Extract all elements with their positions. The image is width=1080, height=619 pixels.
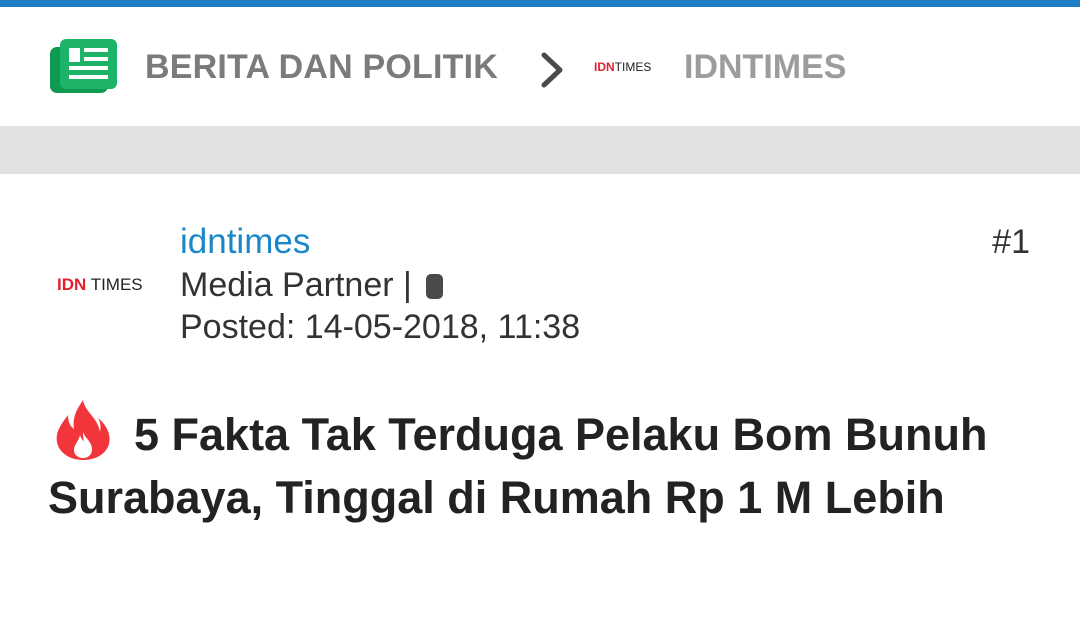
forum-header: BERITA DAN POLITIK IDNTIMES IDNTIMES	[0, 7, 1080, 126]
source-logo-idn: IDN	[594, 60, 615, 74]
avatar-logo-times: TIMES	[90, 275, 143, 294]
post-number[interactable]: #1	[992, 222, 1030, 262]
chevron-right-icon	[541, 52, 563, 88]
post-timestamp: Posted: 14-05-2018, 11:38	[180, 308, 581, 346]
avatar[interactable]: IDN TIMES	[57, 272, 143, 298]
category-title[interactable]: BERITA DAN POLITIK	[145, 45, 498, 89]
source-logo[interactable]: IDNTIMES	[594, 57, 651, 77]
user-role-line: Media Partner |	[180, 265, 443, 305]
avatar-logo-idn: IDN	[57, 275, 87, 294]
username-link[interactable]: idntimes	[180, 222, 310, 262]
online-status-badge	[425, 274, 443, 299]
source-logo-times: TIMES	[614, 60, 652, 74]
header-divider-band	[0, 126, 1080, 174]
fire-icon	[56, 400, 110, 460]
forum-newspaper-icon[interactable]	[50, 39, 117, 93]
thread-title-text: 5 Fakta Tak Terduga Pelaku Bom Bunuh Sur…	[48, 409, 988, 523]
source-title[interactable]: IDNTIMES	[684, 45, 846, 89]
thread-title: 5 Fakta Tak Terduga Pelaku Bom Bunuh Sur…	[48, 398, 1038, 529]
top-accent-bar	[0, 0, 1080, 7]
user-role: Media Partner |	[180, 266, 412, 304]
